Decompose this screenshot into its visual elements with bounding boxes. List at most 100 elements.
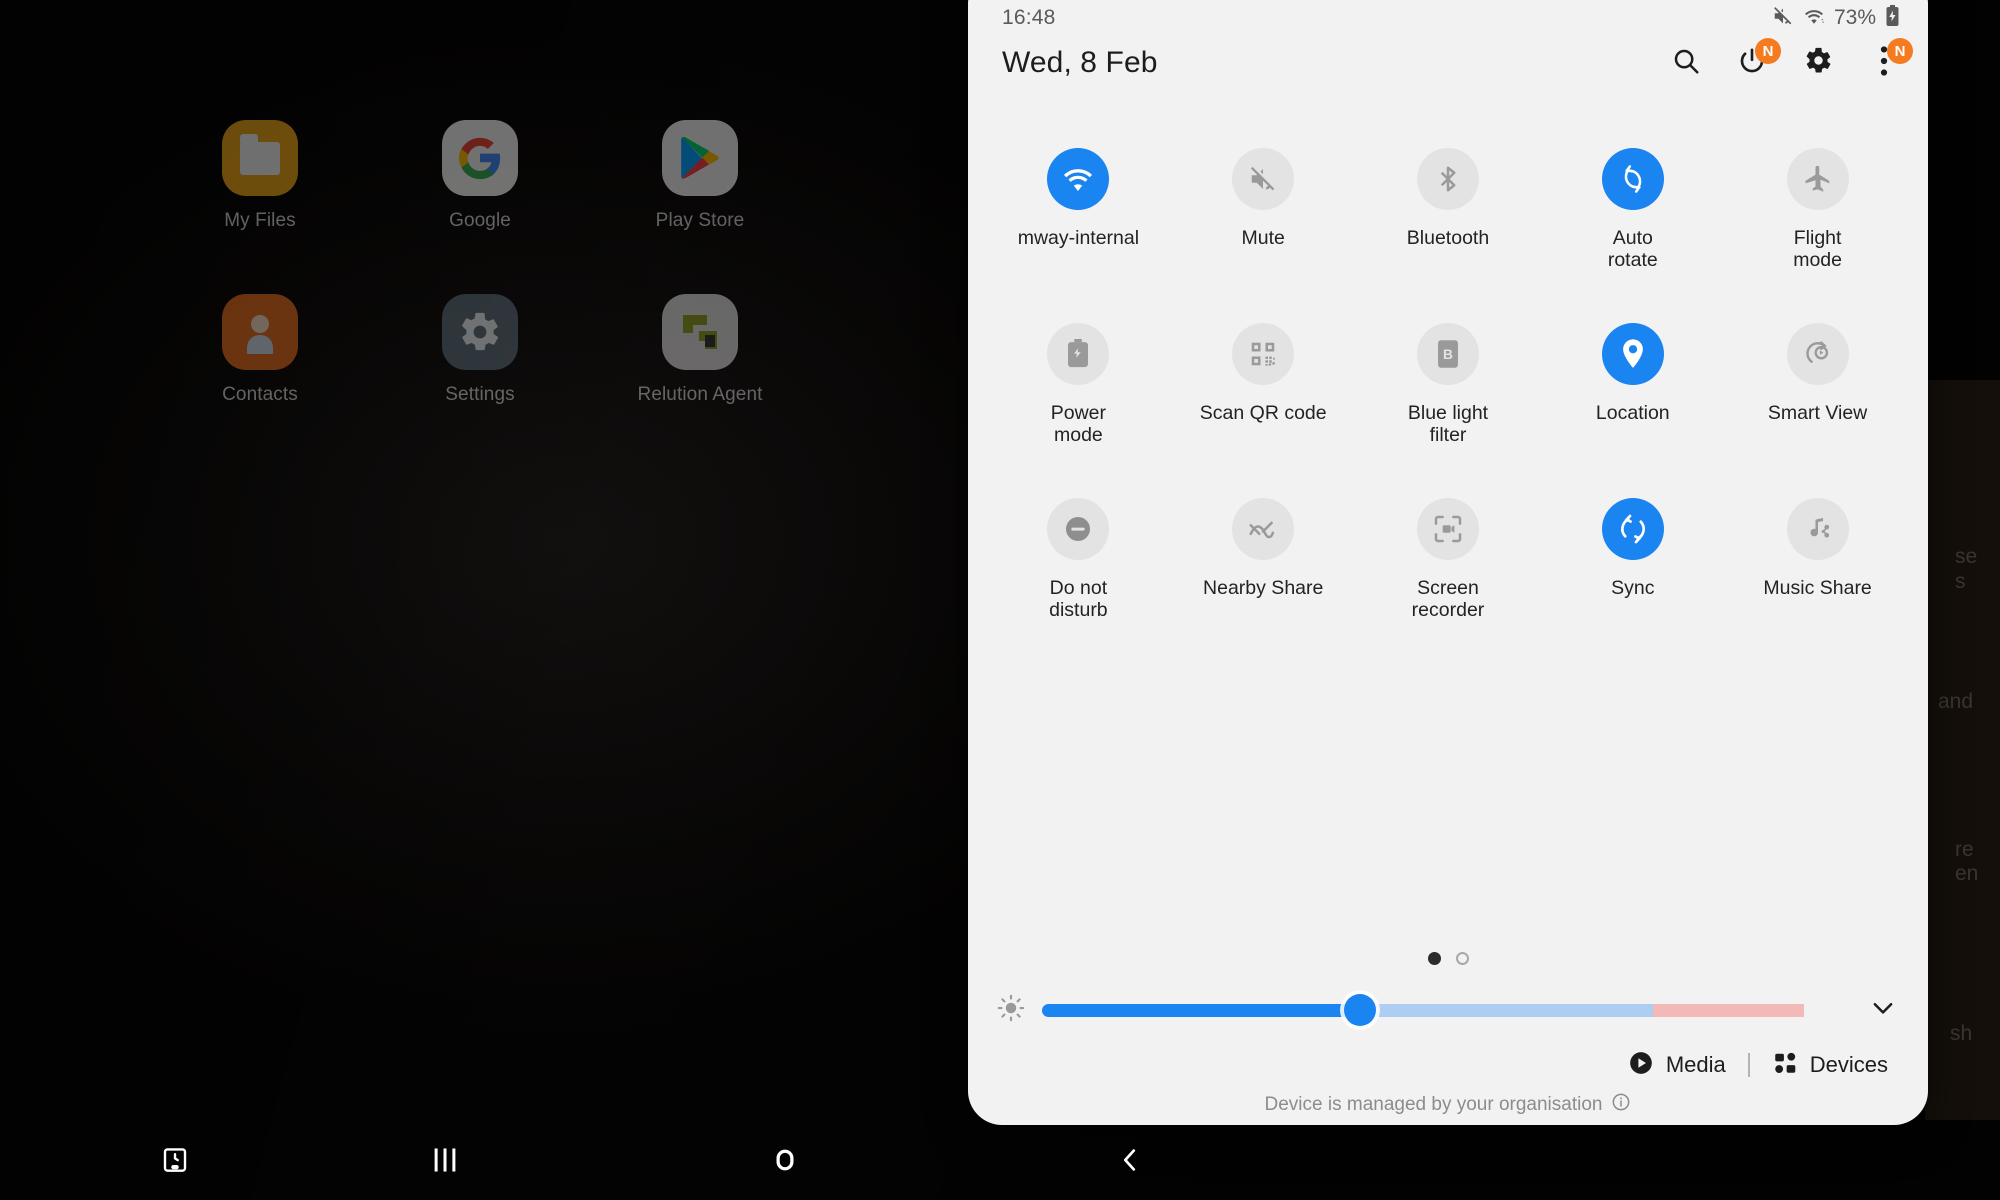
tile-label: Smart View [1767, 402, 1868, 425]
wifi-icon [1803, 6, 1825, 31]
media-devices-bar: Media Devices [968, 1038, 1928, 1092]
do-not-disturb-icon [1047, 498, 1110, 561]
power-mode-icon [1047, 323, 1110, 386]
screenshot-capture-button[interactable] [130, 1124, 220, 1200]
chevron-down-icon[interactable] [1860, 993, 1906, 1028]
system-navigation-bar [0, 1124, 2000, 1200]
play-circle-icon [1628, 1050, 1654, 1081]
tile-label: Do not disturb [1049, 577, 1108, 622]
app-shortcut-my-files[interactable]: My Files [150, 120, 370, 232]
play-store-icon [662, 120, 738, 196]
status-bar-clock: 16:48 [1002, 6, 1056, 29]
nearby-share-icon [1232, 498, 1295, 561]
more-options-notification-badge: N [1887, 38, 1913, 64]
tile-label: Mute [1241, 227, 1285, 249]
more-options-button[interactable]: N [1866, 38, 1913, 81]
quick-settings-status-bar: 16:48 73% [968, 0, 1928, 36]
quick-settings-tile-grid: mway-internal Mute Bluetooth Auto rotate… [968, 148, 1928, 621]
auto-rotate-icon [1601, 148, 1664, 210]
tile-label: Sync [1611, 577, 1655, 600]
info-icon[interactable] [1611, 1092, 1631, 1117]
pagination-dot-active[interactable] [1427, 952, 1441, 965]
wifi-icon [1047, 148, 1110, 210]
tile-wifi[interactable]: mway-internal [986, 148, 1171, 271]
tile-smart-view[interactable]: Smart View [1725, 323, 1910, 446]
app-shortcut-relution-agent[interactable]: Relution Agent [590, 294, 810, 406]
recents-bars-icon [432, 1145, 458, 1180]
tile-do-not-disturb[interactable]: Do not disturb [986, 498, 1171, 621]
recents-button[interactable] [400, 1124, 490, 1200]
tile-scan-qr-code[interactable]: Scan QR code [1171, 323, 1356, 446]
background-text-fragment: sh [1950, 1022, 1973, 1045]
devices-button[interactable]: Devices [1772, 1050, 1888, 1081]
brightness-control-row [968, 980, 1928, 1040]
quick-settings-panel: 16:48 73% Wed, 8 Feb N N mway-internal M… [968, 0, 1928, 1125]
tile-screen-recorder[interactable]: Screen recorder [1356, 498, 1541, 621]
tile-power-mode[interactable]: Power mode [986, 323, 1171, 446]
tile-label: Power mode [1050, 402, 1107, 447]
bluetooth-icon [1416, 148, 1479, 210]
tile-label: Blue light filter [1407, 402, 1489, 447]
brightness-slider-thumb[interactable] [1343, 994, 1376, 1026]
tile-label: Music Share [1763, 577, 1872, 600]
tile-flight-mode[interactable]: Flight mode [1725, 148, 1910, 271]
quick-settings-header-actions: N N [1668, 38, 1913, 81]
background-text-fragment: en [1955, 862, 1979, 885]
tile-label: Screen recorder [1411, 577, 1485, 622]
svg-text:B: B [1443, 347, 1453, 362]
devices-grid-icon [1772, 1050, 1798, 1081]
app-shortcut-google[interactable]: Google [370, 120, 590, 232]
back-button[interactable] [1085, 1124, 1175, 1200]
app-label: My Files [224, 210, 296, 231]
devices-label: Devices [1809, 1052, 1888, 1077]
airplane-icon [1786, 148, 1849, 210]
app-label: Relution Agent [637, 384, 763, 405]
back-chevron-icon [1115, 1145, 1145, 1180]
tile-location[interactable]: Location [1540, 323, 1725, 446]
tile-mute[interactable]: Mute [1171, 148, 1356, 271]
quick-settings-date: Wed, 8 Feb [1002, 46, 1158, 79]
quick-settings-header: Wed, 8 Feb N N [968, 32, 1928, 94]
tile-label: Bluetooth [1406, 227, 1490, 249]
app-shortcut-settings[interactable]: Settings [370, 294, 590, 406]
status-bar-system-icons: 73% [1772, 4, 1900, 32]
screen-capture-icon [160, 1145, 190, 1180]
tile-label: Nearby Share [1203, 577, 1324, 600]
tile-label: Auto rotate [1607, 227, 1658, 272]
power-notification-badge: N [1755, 38, 1781, 64]
background-text-fragment: se [1955, 545, 1978, 568]
relution-logo-icon [662, 294, 738, 370]
screen-recorder-icon [1416, 498, 1479, 561]
app-shortcut-play-store[interactable]: Play Store [590, 120, 810, 232]
tile-blue-light-filter[interactable]: B Blue light filter [1356, 323, 1541, 446]
mute-icon [1772, 5, 1794, 32]
blue-light-filter-icon: B [1416, 323, 1479, 386]
tile-nearby-share[interactable]: Nearby Share [1171, 498, 1356, 621]
media-button[interactable]: Media [1628, 1050, 1726, 1081]
gear-icon [1804, 46, 1833, 80]
background-text-fragment: re [1955, 838, 1974, 861]
brightness-slider[interactable] [1042, 994, 1844, 1026]
background-text-fragment: s [1955, 570, 1966, 593]
home-button[interactable] [740, 1124, 830, 1200]
media-label: Media [1665, 1052, 1726, 1077]
settings-button[interactable] [1800, 45, 1836, 81]
tile-bluetooth[interactable]: Bluetooth [1356, 148, 1541, 271]
power-button[interactable]: N [1734, 38, 1781, 81]
tile-sync[interactable]: Sync [1540, 498, 1725, 621]
pagination-dot[interactable] [1455, 952, 1469, 965]
tile-label: Scan QR code [1199, 402, 1327, 425]
tile-label: Location [1595, 402, 1670, 425]
smart-view-icon [1786, 323, 1849, 386]
sync-icon [1601, 498, 1664, 561]
tile-auto-rotate[interactable]: Auto rotate [1540, 148, 1725, 271]
managed-device-text: Device is managed by your organisation [1264, 1093, 1603, 1115]
background-app-tint [1925, 380, 2000, 1120]
managed-device-footer[interactable]: Device is managed by your organisation [968, 1092, 1928, 1117]
tile-music-share[interactable]: Music Share [1725, 498, 1910, 621]
app-shortcut-contacts[interactable]: Contacts [150, 294, 370, 406]
search-button[interactable] [1668, 45, 1704, 81]
app-label: Google [449, 210, 511, 231]
app-label: Contacts [222, 384, 298, 405]
home-circle-icon [770, 1145, 800, 1180]
